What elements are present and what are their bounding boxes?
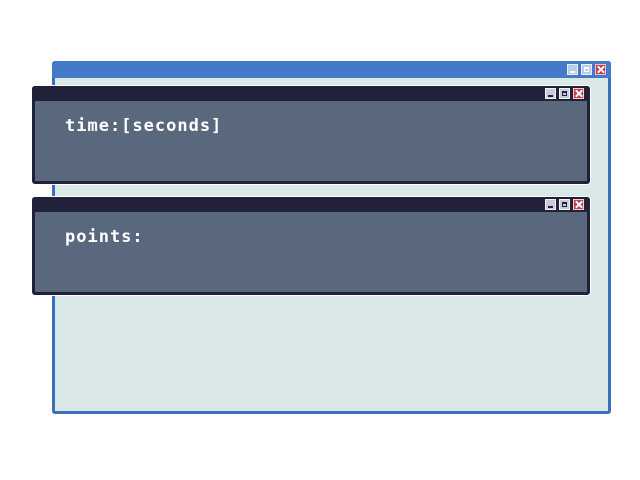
timer-label: time:[seconds] [65,116,223,136]
minimize-icon [548,94,553,97]
maximize-icon [562,91,567,96]
timer-close-button[interactable] [573,88,584,99]
maximize-icon [562,202,567,207]
minimize-icon [548,205,553,208]
game-screen: time:[seconds] points: [0,0,640,480]
points-panel-body: points: [35,212,587,292]
close-icon [597,66,604,73]
maximize-button[interactable] [581,64,592,75]
points-maximize-button[interactable] [559,199,570,210]
minimize-icon [570,70,575,73]
points-close-button[interactable] [573,199,584,210]
minimize-button[interactable] [567,64,578,75]
close-icon [575,201,582,208]
points-panel-titlebar[interactable] [32,197,590,212]
background-window-titlebar[interactable] [52,61,611,78]
timer-maximize-button[interactable] [559,88,570,99]
timer-panel-body: time:[seconds] [35,101,587,181]
timer-panel-titlebar[interactable] [32,86,590,101]
background-window-controls [567,64,606,75]
points-label: points: [65,227,144,247]
timer-panel: time:[seconds] [32,86,590,184]
timer-minimize-button[interactable] [545,88,556,99]
close-button[interactable] [595,64,606,75]
close-icon [575,90,582,97]
points-minimize-button[interactable] [545,199,556,210]
maximize-icon [584,67,589,72]
points-panel: points: [32,197,590,295]
timer-panel-controls [545,88,584,99]
points-panel-controls [545,199,584,210]
